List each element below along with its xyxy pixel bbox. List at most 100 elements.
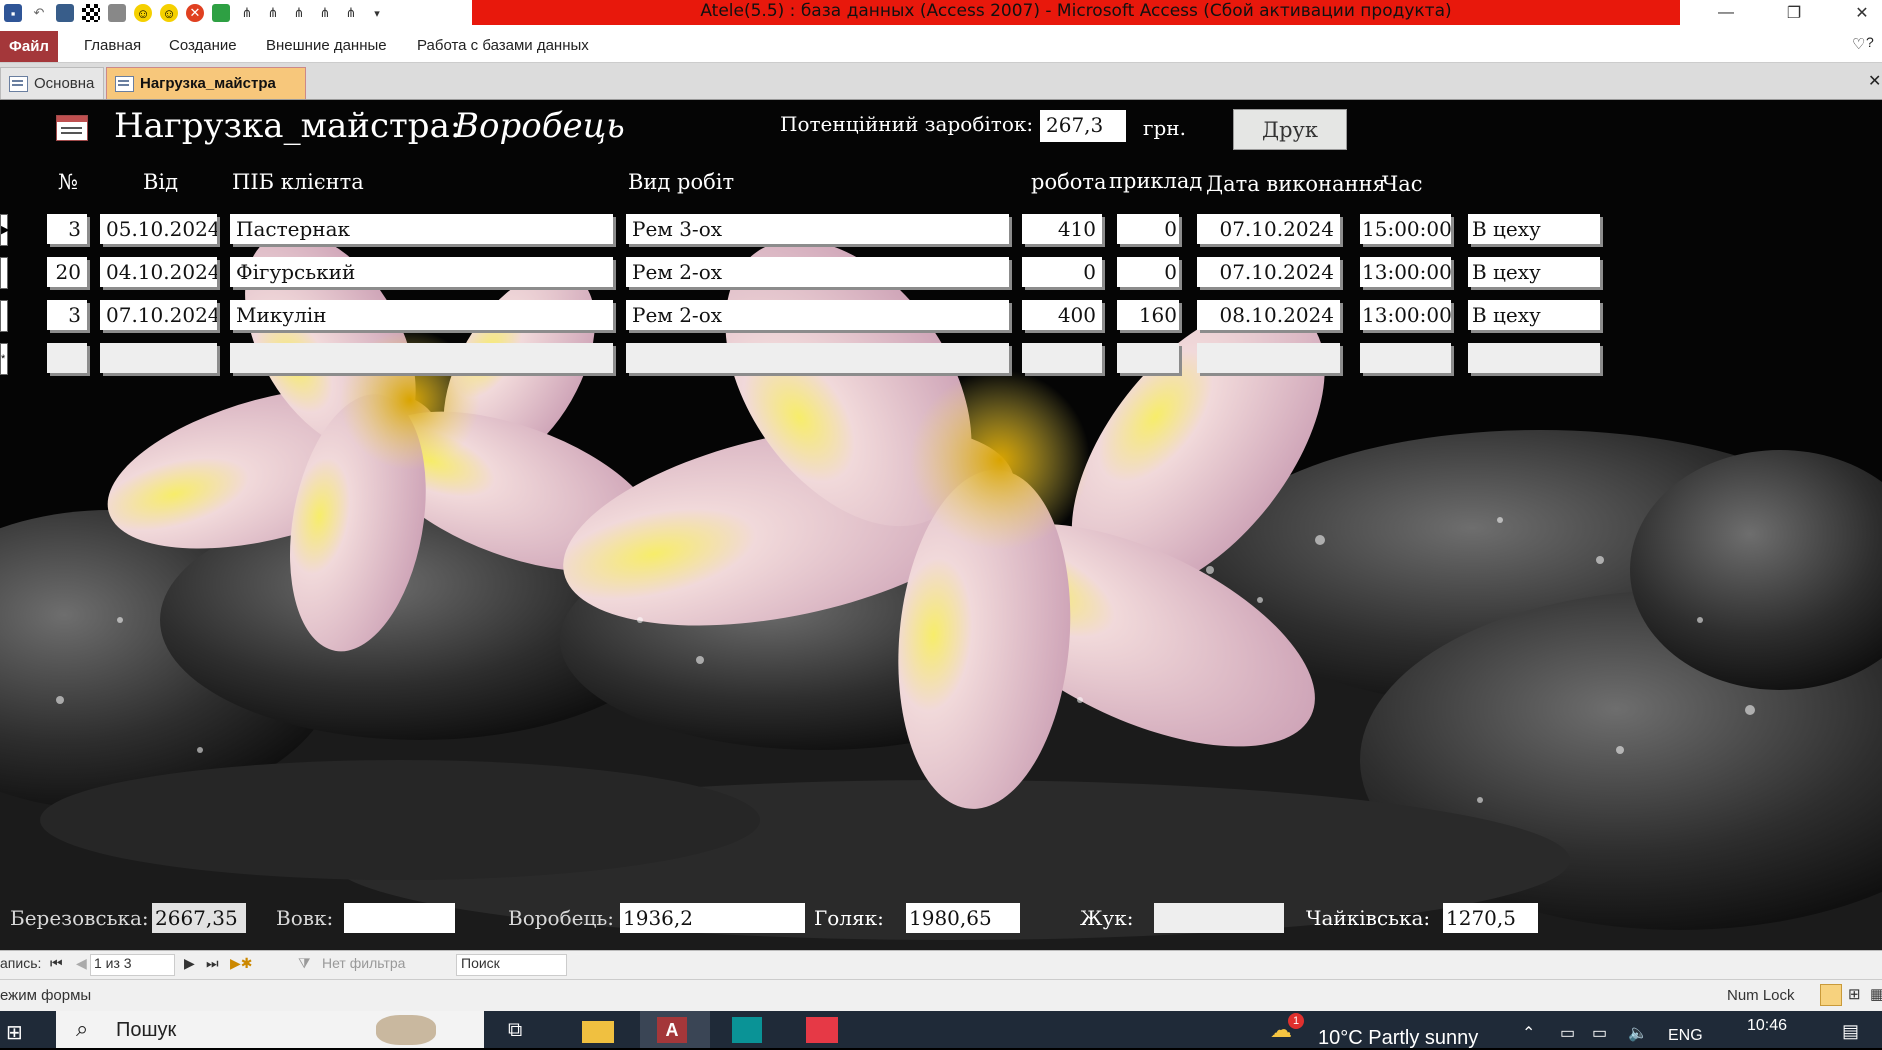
smiley-icon[interactable]: ☺ bbox=[134, 4, 152, 22]
field-num[interactable]: 20 bbox=[47, 257, 87, 287]
layout-view-icon[interactable]: ▦ bbox=[1870, 985, 1882, 1003]
first-record-icon[interactable]: ⏮ bbox=[50, 955, 63, 972]
field-work-type[interactable]: Рем 2-ох bbox=[626, 300, 1009, 330]
field-from[interactable] bbox=[100, 343, 217, 373]
task-view-icon[interactable]: ⧉ bbox=[508, 1019, 522, 1042]
earnings-field[interactable]: 267,3 bbox=[1040, 110, 1126, 142]
field-work[interactable]: 410 bbox=[1022, 214, 1102, 244]
field-work[interactable] bbox=[1022, 343, 1102, 373]
customize-toolbar-icon[interactable]: ▾ bbox=[368, 4, 386, 22]
filter-icon[interactable]: ⧩ bbox=[298, 955, 311, 972]
field-client[interactable]: Фігурський bbox=[230, 257, 613, 287]
record-counter[interactable]: 1 из 3 bbox=[90, 954, 175, 976]
minimize-button[interactable]: — bbox=[1702, 0, 1750, 26]
field-from[interactable]: 07.10.2024 bbox=[100, 300, 217, 330]
field-due-date[interactable]: 08.10.2024 bbox=[1197, 300, 1340, 330]
field-time[interactable]: 13:00:00 bbox=[1360, 300, 1451, 330]
help-icon[interactable]: ? bbox=[1866, 34, 1874, 50]
volume-icon[interactable]: 🔈 bbox=[1628, 1023, 1648, 1043]
field-status[interactable]: В цеху bbox=[1468, 214, 1600, 244]
relationship-icon-4[interactable]: ⋔ bbox=[316, 4, 334, 22]
notifications-icon[interactable]: ▤ bbox=[1842, 1021, 1859, 1042]
relationship-icon-2[interactable]: ⋔ bbox=[264, 4, 282, 22]
green-square-icon[interactable] bbox=[212, 4, 230, 22]
next-record-icon[interactable]: ▶ bbox=[184, 955, 195, 972]
field-from[interactable]: 04.10.2024 bbox=[100, 257, 217, 287]
total-vorobets-field[interactable]: 1936,2 bbox=[620, 903, 805, 933]
field-time[interactable]: 15:00:00 bbox=[1360, 214, 1451, 244]
record-selector[interactable] bbox=[0, 257, 8, 289]
field-prykl[interactable]: 0 bbox=[1117, 214, 1179, 244]
field-client[interactable] bbox=[230, 343, 613, 373]
tab-nagruzka-maistra[interactable]: Нагрузка_майстра bbox=[106, 67, 306, 99]
print-button[interactable]: Друк bbox=[1233, 109, 1347, 150]
total-berezovska-field[interactable]: 2667,35 bbox=[152, 903, 246, 933]
relationship-icon-1[interactable]: ⋔ bbox=[238, 4, 256, 22]
field-num[interactable]: 3 bbox=[47, 300, 87, 330]
last-record-icon[interactable]: ⏭ bbox=[206, 955, 219, 972]
network-icon[interactable]: ▭ bbox=[1592, 1023, 1607, 1043]
weather-text[interactable]: 10°C Partly sunny bbox=[1318, 1027, 1478, 1050]
tray-chevron-icon[interactable]: ⌃ bbox=[1522, 1023, 1535, 1043]
close-button[interactable]: ✕ bbox=[1838, 0, 1882, 26]
field-prykl[interactable]: 0 bbox=[1117, 257, 1179, 287]
save-icon[interactable]: ▪ bbox=[4, 4, 22, 22]
restore-button[interactable]: ❐ bbox=[1770, 0, 1818, 26]
field-status[interactable]: В цеху bbox=[1468, 300, 1600, 330]
record-selector-new[interactable]: * bbox=[0, 343, 8, 375]
tab-osnovna[interactable]: Основна bbox=[0, 67, 104, 99]
field-time[interactable] bbox=[1360, 343, 1451, 373]
field-work-type[interactable]: Рем 3-ох bbox=[626, 214, 1009, 244]
relationship-icon-3[interactable]: ⋔ bbox=[290, 4, 308, 22]
app-icon-red[interactable] bbox=[806, 1017, 838, 1043]
field-num[interactable] bbox=[47, 343, 87, 373]
field-status[interactable] bbox=[1468, 343, 1600, 373]
windows-start-icon[interactable]: ⊞ bbox=[6, 1020, 23, 1045]
record-selector[interactable] bbox=[0, 300, 8, 332]
filter-status[interactable]: Нет фильтра bbox=[322, 955, 405, 971]
field-prykl[interactable] bbox=[1117, 343, 1179, 373]
field-num[interactable]: 3 bbox=[47, 214, 87, 244]
total-chaikivska-field[interactable]: 1270,5 bbox=[1443, 903, 1538, 933]
field-client[interactable]: Микулін bbox=[230, 300, 613, 330]
toolbar-icon-1[interactable] bbox=[56, 4, 74, 22]
print-icon[interactable] bbox=[108, 4, 126, 22]
field-time[interactable]: 13:00:00 bbox=[1360, 257, 1451, 287]
search-input[interactable]: Поиск bbox=[456, 954, 567, 976]
field-work[interactable]: 400 bbox=[1022, 300, 1102, 330]
datasheet-view-icon[interactable]: ⊞ bbox=[1848, 985, 1861, 1003]
field-due-date[interactable] bbox=[1197, 343, 1340, 373]
language-indicator[interactable]: ENG bbox=[1668, 1027, 1703, 1045]
smiley-icon-2[interactable]: ☺ bbox=[160, 4, 178, 22]
clock[interactable]: 10:46 bbox=[1747, 1017, 1787, 1035]
close-circle-icon[interactable]: ✕ bbox=[186, 4, 204, 22]
field-work-type[interactable] bbox=[626, 343, 1009, 373]
taskbar-search[interactable]: ⌕ Пошук bbox=[56, 1011, 484, 1048]
total-zhuk-field[interactable] bbox=[1154, 903, 1284, 933]
tab-home[interactable]: Главная bbox=[84, 37, 141, 54]
tab-database-tools[interactable]: Работа с базами данных bbox=[417, 37, 589, 54]
new-record-icon[interactable]: ▶✱ bbox=[230, 955, 253, 972]
checker-icon[interactable] bbox=[82, 4, 100, 22]
total-golyak-field[interactable]: 1980,65 bbox=[906, 903, 1020, 933]
field-work[interactable]: 0 bbox=[1022, 257, 1102, 287]
app-icon-teal[interactable] bbox=[732, 1017, 762, 1043]
field-due-date[interactable]: 07.10.2024 bbox=[1197, 214, 1340, 244]
undo-icon[interactable]: ↶ bbox=[30, 4, 48, 22]
file-tab[interactable]: Файл bbox=[0, 31, 58, 62]
field-from[interactable]: 05.10.2024 bbox=[100, 214, 217, 244]
field-due-date[interactable]: 07.10.2024 bbox=[1197, 257, 1340, 287]
file-explorer-icon[interactable] bbox=[582, 1021, 614, 1043]
relationship-icon-5[interactable]: ⋔ bbox=[342, 4, 360, 22]
field-status[interactable]: В цеху bbox=[1468, 257, 1600, 287]
form-view-icon[interactable] bbox=[1820, 984, 1842, 1006]
total-vovk-field[interactable] bbox=[344, 903, 455, 933]
ribbon-collapse-icon[interactable]: ♡ bbox=[1852, 35, 1865, 53]
field-client[interactable]: Пастернак bbox=[230, 214, 613, 244]
record-selector[interactable]: ▶ bbox=[0, 214, 9, 246]
prev-record-icon[interactable]: ◀ bbox=[76, 955, 87, 972]
field-work-type[interactable]: Рем 2-ох bbox=[626, 257, 1009, 287]
tray-icon-1[interactable]: ▭ bbox=[1560, 1023, 1575, 1043]
tab-create[interactable]: Создание bbox=[169, 37, 237, 54]
field-prykl[interactable]: 160 bbox=[1117, 300, 1179, 330]
